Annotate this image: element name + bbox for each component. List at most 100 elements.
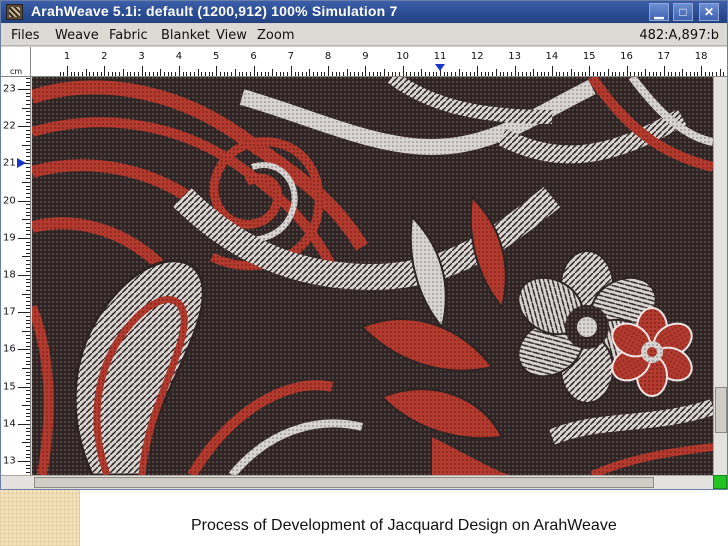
menu-blanket[interactable]: Blanket	[161, 28, 210, 43]
ruler-tick	[26, 222, 30, 224]
menu-files[interactable]: Files	[11, 28, 40, 43]
ruler-tick	[96, 72, 98, 76]
ruler-tick	[313, 72, 315, 76]
ruler-tick	[26, 170, 30, 172]
ruler-tick	[290, 66, 292, 76]
ruler-tick	[372, 72, 374, 76]
ruler-tick	[652, 72, 654, 76]
horizontal-scroll-thumb[interactable]	[34, 477, 654, 488]
vertical-scrollbar[interactable]	[713, 77, 727, 475]
ruler-tick	[607, 69, 609, 76]
ruler-tick	[309, 69, 311, 76]
ruler-tick	[26, 304, 30, 306]
ruler-tick	[70, 72, 72, 76]
ruler-tick	[249, 72, 251, 76]
ruler-tick	[257, 72, 259, 76]
title-bar[interactable]: ArahWeave 5.1i: default (1200,912) 100% …	[1, 1, 727, 23]
ruler-tick	[26, 397, 30, 399]
ruler-tick	[26, 382, 30, 384]
ruler-tick	[26, 286, 30, 288]
menu-bar: Files Weave Fabric Blanket View Zoom 482…	[1, 24, 727, 46]
ruler-label: 10	[396, 51, 410, 62]
ruler-tick	[260, 72, 262, 76]
minimize-button[interactable]: ▁	[649, 3, 669, 21]
vertical-position-marker[interactable]	[17, 158, 26, 169]
ruler-tick	[622, 72, 624, 76]
ruler-tick	[26, 271, 30, 273]
ruler-tick	[26, 137, 30, 139]
ruler-tick	[26, 394, 30, 396]
ruler-tick	[111, 72, 113, 76]
ruler-tick	[540, 72, 542, 76]
horizontal-scrollbar[interactable]	[32, 475, 713, 489]
horizontal-ruler[interactable]: 1 2 3 4 5 6 7 8 9 10 11 12 13 14 15 16 17 18	[31, 47, 727, 77]
menu-fabric[interactable]: Fabric	[109, 28, 148, 43]
ruler-tick	[167, 72, 169, 76]
ruler-tick	[570, 69, 572, 76]
ruler-tick	[26, 118, 30, 120]
ruler-tick	[205, 72, 206, 76]
ruler-tick	[26, 431, 30, 433]
ruler-tick	[671, 72, 673, 76]
ruler-tick	[26, 159, 30, 161]
ruler-tick	[335, 72, 337, 76]
ruler-tick	[294, 72, 296, 76]
fabric-simulation-canvas[interactable]	[32, 77, 713, 475]
ruler-tick	[126, 72, 128, 76]
ruler-tick	[328, 66, 330, 76]
ruler-tick	[26, 319, 30, 321]
ruler-tick	[22, 182, 30, 183]
ruler-tick	[18, 423, 30, 425]
ruler-tick	[18, 200, 30, 202]
ruler-tick	[26, 215, 30, 217]
ruler-tick	[398, 72, 400, 76]
menu-view[interactable]: View	[216, 28, 247, 43]
close-button[interactable]: ✕	[699, 3, 719, 21]
ruler-tick	[253, 66, 255, 76]
ruler-tick	[26, 204, 30, 206]
menu-weave[interactable]: Weave	[55, 28, 99, 43]
ruler-tick	[115, 72, 117, 76]
ruler-tick	[26, 375, 30, 377]
ruler-tick	[481, 72, 483, 76]
ruler-tick	[197, 69, 199, 76]
ruler-tick	[469, 72, 471, 76]
ruler-tick	[581, 72, 583, 76]
ruler-tick	[26, 438, 30, 440]
vertical-scroll-thumb[interactable]	[715, 387, 727, 433]
ruler-unit-label: cm	[10, 67, 23, 76]
ruler-tick	[145, 72, 147, 76]
ruler-tick	[26, 353, 30, 355]
slide-caption: Process of Development of Jacquard Desig…	[191, 517, 617, 534]
ruler-tick	[26, 141, 30, 143]
ruler-tick	[26, 315, 30, 317]
ruler-tick	[26, 390, 30, 392]
ruler-label: 14	[3, 418, 16, 430]
ruler-tick	[466, 72, 468, 76]
fabric-pattern	[32, 77, 713, 475]
vertical-ruler[interactable]: 23 22 21 20 19 18 17 16 15 14 13	[1, 77, 31, 475]
ruler-tick	[611, 72, 613, 76]
ruler-tick	[78, 72, 80, 76]
ruler-tick	[689, 72, 691, 76]
ruler-tick	[361, 72, 363, 76]
ruler-tick	[660, 72, 662, 76]
status-indicator[interactable]	[713, 475, 727, 489]
ruler-tick	[26, 416, 30, 418]
ruler-label: 4	[175, 51, 183, 62]
horizontal-position-marker[interactable]	[435, 64, 445, 71]
ruler-tick	[268, 72, 270, 76]
ruler-tick	[93, 72, 95, 76]
ruler-tick	[22, 219, 30, 221]
ruler-tick	[22, 256, 30, 258]
menu-zoom[interactable]: Zoom	[257, 28, 294, 43]
ruler-tick	[387, 72, 389, 76]
maximize-button[interactable]: □	[673, 3, 693, 21]
ruler-tick	[18, 237, 30, 239]
ruler-tick	[100, 72, 102, 76]
app-icon[interactable]	[6, 4, 23, 20]
ruler-tick	[18, 89, 30, 90]
ruler-tick	[26, 345, 30, 347]
ruler-tick	[275, 72, 277, 76]
arahweave-window: ArahWeave 5.1i: default (1200,912) 100% …	[0, 0, 728, 490]
